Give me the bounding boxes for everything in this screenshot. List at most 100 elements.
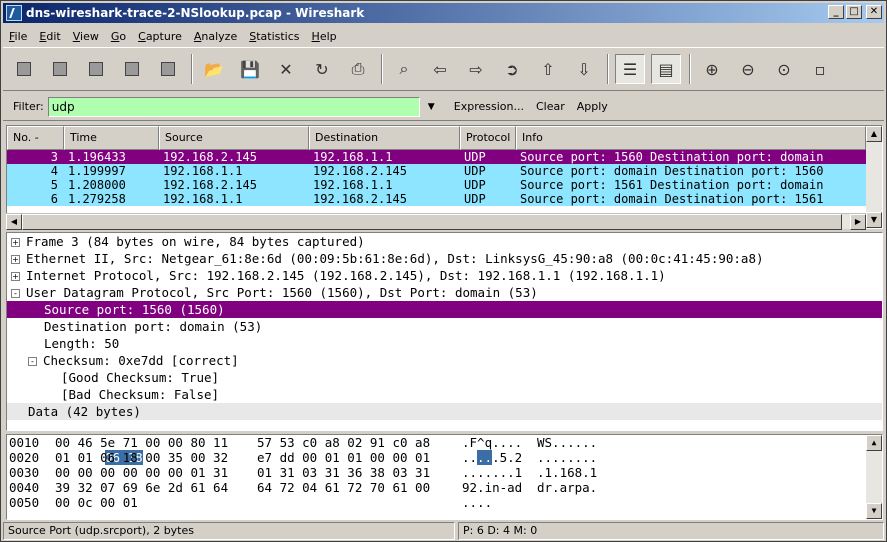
zoom-in-icon[interactable]: ⊕ xyxy=(697,54,727,84)
tree-item-ethernet[interactable]: + Ethernet II, Src: Netgear_61:8e:6d (00:… xyxy=(7,250,882,267)
tree-item-checksum[interactable]: - Checksum: 0xe7dd [correct] xyxy=(7,352,882,369)
close-button[interactable]: ✕ xyxy=(866,5,882,19)
expand-icon[interactable]: + xyxy=(11,272,20,281)
reload-icon[interactable]: ↻ xyxy=(307,54,337,84)
start-capture-icon[interactable] xyxy=(81,54,111,84)
tree-item-label: [Bad Checksum: False] xyxy=(61,387,220,402)
go-last-icon[interactable]: ⇩ xyxy=(569,54,599,84)
apply-button[interactable]: Apply xyxy=(577,100,608,113)
menu-analyze[interactable]: Analyze xyxy=(188,30,243,43)
hex-offset: 0030 xyxy=(9,465,40,480)
menu-file[interactable]: File xyxy=(3,30,33,43)
colorize-icon[interactable]: ☰ xyxy=(615,54,645,84)
save-file-icon[interactable]: 💾 xyxy=(235,54,265,84)
hex-bytes: 64 72 04 61 72 70 61 00 xyxy=(257,480,431,495)
hex-line[interactable]: 0030 00 00 00 00 00 00 01 31 01 31 03 31… xyxy=(7,465,882,480)
filter-input[interactable]: udp xyxy=(47,96,420,117)
expand-icon[interactable]: + xyxy=(11,255,20,264)
packet-row[interactable]: 5 1.208000 192.168.2.145 192.168.1.1 UDP… xyxy=(7,178,882,192)
menu-view[interactable]: View xyxy=(67,30,105,43)
hex-line[interactable]: 0020 06 18 01 01 06 18 00 35 00 32 e7 dd… xyxy=(7,450,882,465)
hex-offset: 0010 xyxy=(9,435,40,450)
hex-bytes: 00 00 00 00 00 00 01 31 xyxy=(55,465,229,480)
scroll-left-icon[interactable]: ◀ xyxy=(6,214,22,230)
tree-item-frame[interactable]: + Frame 3 (84 bytes on wire, 84 bytes cap… xyxy=(7,233,882,250)
scroll-thumb[interactable] xyxy=(22,214,842,230)
packet-row[interactable]: 4 1.199997 192.168.1.1 192.168.2.145 UDP… xyxy=(7,164,882,178)
hex-line[interactable]: 0050 00 0c 00 01 .... xyxy=(7,495,882,510)
column-destination[interactable]: Destination xyxy=(309,126,460,150)
column-no[interactable]: No. - xyxy=(7,126,64,150)
zoom-out-icon[interactable]: ⊖ xyxy=(733,54,763,84)
go-back-icon[interactable]: ⇦ xyxy=(425,54,455,84)
menu-go[interactable]: Go xyxy=(105,30,132,43)
open-file-icon[interactable]: 📂 xyxy=(199,54,229,84)
packet-list-vertical-scrollbar[interactable]: ▲ ▼ xyxy=(866,126,882,228)
packet-protocol: UDP xyxy=(464,150,486,164)
menu-statistics[interactable]: Statistics xyxy=(243,30,305,43)
collapse-icon[interactable]: - xyxy=(11,289,20,298)
scroll-up-icon[interactable]: ▲ xyxy=(866,126,882,142)
column-time[interactable]: Time xyxy=(64,126,159,150)
hex-pane-scrollbar[interactable]: ▲ ▼ xyxy=(866,435,882,519)
menu-help[interactable]: Help xyxy=(306,30,343,43)
autoscroll-icon[interactable]: ▤ xyxy=(651,54,681,84)
tree-item-destination-port[interactable]: Destination port: domain (53) xyxy=(7,318,882,335)
column-source[interactable]: Source xyxy=(159,126,309,150)
go-to-packet-icon[interactable]: ➲ xyxy=(497,54,527,84)
find-packet-icon[interactable]: ⌕ xyxy=(389,54,419,84)
hex-ascii: .... xyxy=(462,495,493,510)
clear-button[interactable]: Clear xyxy=(536,100,565,113)
packet-details-tree: + Frame 3 (84 bytes on wire, 84 bytes cap… xyxy=(6,232,883,431)
menu-edit[interactable]: Edit xyxy=(33,30,66,43)
tree-item-source-port[interactable]: Source port: 1560 (1560) xyxy=(7,301,882,318)
wireshark-window: dns-wireshark-trace-2-NSlookup.pcap - Wi… xyxy=(0,0,887,542)
packet-row[interactable]: 3 1.196433 192.168.2.145 192.168.1.1 UDP… xyxy=(7,150,882,164)
go-first-icon[interactable]: ⇧ xyxy=(533,54,563,84)
filter-dropdown-icon[interactable]: ▼ xyxy=(428,102,442,112)
packet-source: 192.168.1.1 xyxy=(163,192,243,206)
maximize-button[interactable]: □ xyxy=(846,5,862,19)
tree-item-good-checksum[interactable]: [Good Checksum: True] xyxy=(7,369,882,386)
go-forward-icon[interactable]: ⇨ xyxy=(461,54,491,84)
tree-item-length[interactable]: Length: 50 xyxy=(7,335,882,352)
tree-item-bad-checksum[interactable]: [Bad Checksum: False] xyxy=(7,386,882,403)
tree-item-udp[interactable]: - User Datagram Protocol, Src Port: 1560 … xyxy=(7,284,882,301)
print-icon[interactable]: ⎙ xyxy=(343,54,373,84)
close-file-icon[interactable]: ✕ xyxy=(271,54,301,84)
scroll-down-icon[interactable]: ▼ xyxy=(866,503,882,519)
packet-no: 6 xyxy=(50,192,58,206)
interface-list-icon[interactable] xyxy=(9,54,39,84)
packet-no: 3 xyxy=(50,150,58,164)
hex-line[interactable]: 0040 39 32 07 69 6e 2d 61 64 64 72 04 61… xyxy=(7,480,882,495)
packet-list-horizontal-scrollbar[interactable]: ◀ ▶ xyxy=(6,213,866,230)
tree-item-label: Internet Protocol, Src: 192.168.2.145 (1… xyxy=(26,268,666,283)
hex-ascii: dr.arpa. xyxy=(537,480,598,495)
hex-line[interactable]: 0010 00 46 5e 71 00 00 80 11 57 53 c0 a8… xyxy=(7,435,882,450)
packet-row[interactable]: 6 1.279258 192.168.1.1 192.168.2.145 UDP… xyxy=(7,192,882,206)
column-info[interactable]: Info xyxy=(516,126,866,150)
tree-item-data[interactable]: Data (42 bytes) xyxy=(7,403,882,420)
hex-ascii: .1.168.1 xyxy=(537,465,598,480)
zoom-normal-icon[interactable]: ⊙ xyxy=(769,54,799,84)
scroll-right-icon[interactable]: ▶ xyxy=(850,214,866,230)
scroll-up-icon[interactable]: ▲ xyxy=(866,435,882,451)
menu-capture[interactable]: Capture xyxy=(132,30,188,43)
hex-ascii: ........ xyxy=(537,450,598,465)
capture-options-icon[interactable] xyxy=(45,54,75,84)
main-toolbar: 📂 💾 ✕ ↻ ⎙ ⌕ ⇦ ⇨ ➲ ⇧ ⇩ ☰ ▤ ⊕ ⊖ ⊙ ▫ xyxy=(3,47,884,91)
packet-source: 192.168.1.1 xyxy=(163,164,243,178)
scroll-down-icon[interactable]: ▼ xyxy=(866,212,882,228)
resize-columns-icon[interactable]: ▫ xyxy=(805,54,835,84)
hex-ascii: WS...... xyxy=(537,435,598,450)
hex-offset: 0050 xyxy=(9,495,40,510)
restart-capture-icon[interactable] xyxy=(153,54,183,84)
collapse-icon[interactable]: - xyxy=(28,357,37,366)
expression-button[interactable]: Expression... xyxy=(454,100,524,113)
tree-item-label: Frame 3 (84 bytes on wire, 84 bytes capt… xyxy=(26,234,365,249)
column-protocol[interactable]: Protocol xyxy=(460,126,516,150)
stop-capture-icon[interactable] xyxy=(117,54,147,84)
minimize-button[interactable]: _ xyxy=(828,5,844,19)
tree-item-ip[interactable]: + Internet Protocol, Src: 192.168.2.145 (… xyxy=(7,267,882,284)
expand-icon[interactable]: + xyxy=(11,238,20,247)
